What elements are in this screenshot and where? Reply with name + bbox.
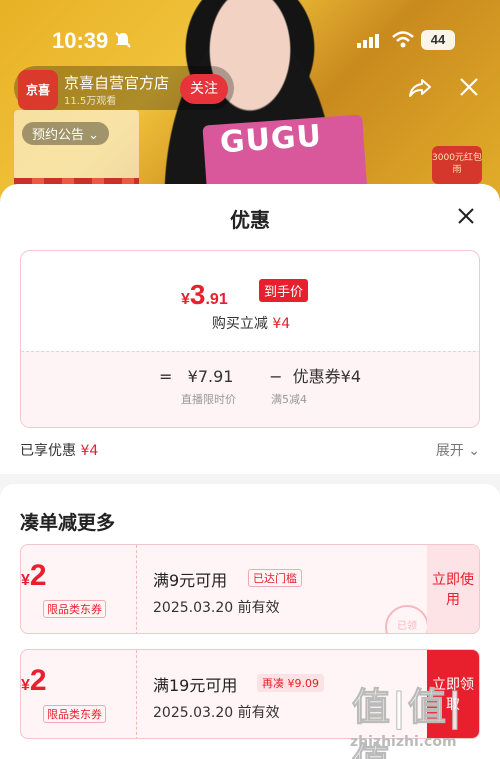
- follow-button[interactable]: 关注: [180, 74, 228, 104]
- calc-row: = ¥7.91 − 优惠券¥4: [159, 363, 361, 387]
- store-name[interactable]: 京喜自营官方店: [64, 72, 169, 93]
- battery-indicator: 44: [421, 30, 455, 50]
- status-time: 10:39: [52, 28, 109, 53]
- watermark-url: zhizhizhi.com: [350, 734, 457, 750]
- final-price-tag: 到手价: [259, 279, 309, 302]
- coupon-deduction: 优惠券¥4: [292, 367, 362, 386]
- coupon-currency: ¥: [21, 572, 30, 589]
- sheet-title: 优惠: [230, 208, 270, 232]
- notice-label: 预约公告: [32, 128, 85, 143]
- coupon-card: ¥2 限品类东券 满9元可用 已达门槛 2025.03.20 前有效 已领 立即…: [20, 544, 480, 634]
- coupon-condition: 满19元可用: [153, 676, 238, 695]
- coupon-amount: ¥2: [21, 664, 137, 698]
- silent-bell-icon: [115, 32, 131, 48]
- price-currency: ¥: [181, 291, 190, 308]
- coupon-value: 2: [29, 559, 47, 592]
- reduce-line: 购买立减 ¥4: [21, 313, 479, 333]
- more-section-title: 凑单减更多: [20, 512, 116, 534]
- status-bar: 10:39 44: [0, 28, 500, 56]
- discount-sheet: 优惠 ¥3.91 到手价 购买立减 ¥4 = ¥7.91 − 优惠券¥4 直播限…: [0, 184, 500, 759]
- price-breakdown-card: ¥3.91 到手价 购买立减 ¥4 = ¥7.91 − 优惠券¥4 直播限时价 …: [20, 250, 480, 428]
- chevron-down-icon: ⌄: [468, 443, 480, 459]
- coupon-status-tag: 再凑 ¥9.09: [257, 674, 324, 692]
- store-logo[interactable]: 京喜: [18, 70, 58, 110]
- coupon-expiry: 2025.03.20 前有效: [153, 600, 280, 616]
- coupon-category: 限品类东券: [43, 705, 106, 723]
- live-price: ¥7.91: [187, 367, 234, 386]
- expand-toggle[interactable]: 展开 ⌄: [436, 440, 480, 460]
- live-price-caption: 直播限时价: [181, 393, 236, 406]
- product-bag-text: GUGU: [218, 118, 324, 161]
- reduce-amount: ¥4: [272, 316, 291, 332]
- coupon-condition: 满9元可用: [153, 571, 228, 590]
- coupon-category: 限品类东券: [43, 600, 106, 618]
- equals-sign: =: [159, 367, 173, 386]
- coupon-status-tag: 已达门槛: [248, 569, 302, 587]
- claimed-stamp: 已领: [385, 605, 429, 633]
- reduce-label: 购买立减: [211, 316, 268, 332]
- use-now-button[interactable]: 立即使用: [427, 545, 479, 633]
- expand-label: 展开: [435, 443, 464, 459]
- close-icon[interactable]: [456, 206, 476, 226]
- coupon-amount: ¥2: [21, 559, 137, 593]
- coupon-currency: ¥: [21, 677, 30, 694]
- price-decimal: .91: [205, 291, 228, 308]
- close-live-icon[interactable]: [458, 76, 480, 98]
- final-price: ¥3.91: [181, 279, 228, 311]
- price-integer: 3: [189, 279, 206, 310]
- coupon-value: 2: [29, 664, 47, 697]
- viewer-count: 11.5万观看: [64, 96, 117, 107]
- wifi-icon: [392, 31, 414, 48]
- background-menu-board: [14, 110, 139, 180]
- coupon-expiry: 2025.03.20 前有效: [153, 705, 280, 721]
- enjoyed-label: 已享优惠: [20, 443, 76, 459]
- enjoyed-amount: ¥4: [80, 443, 99, 459]
- coupon-caption: 满5减4: [271, 393, 307, 406]
- share-icon[interactable]: [408, 76, 432, 100]
- minus-sign: −: [269, 367, 283, 386]
- red-packet-badge[interactable]: 3000元红包雨: [432, 146, 482, 184]
- cell-signal-icon: [357, 34, 379, 48]
- enjoyed-discount-row: 已享优惠 ¥4 展开 ⌄: [20, 440, 480, 460]
- notice-chip[interactable]: 预约公告 ⌄: [22, 122, 110, 145]
